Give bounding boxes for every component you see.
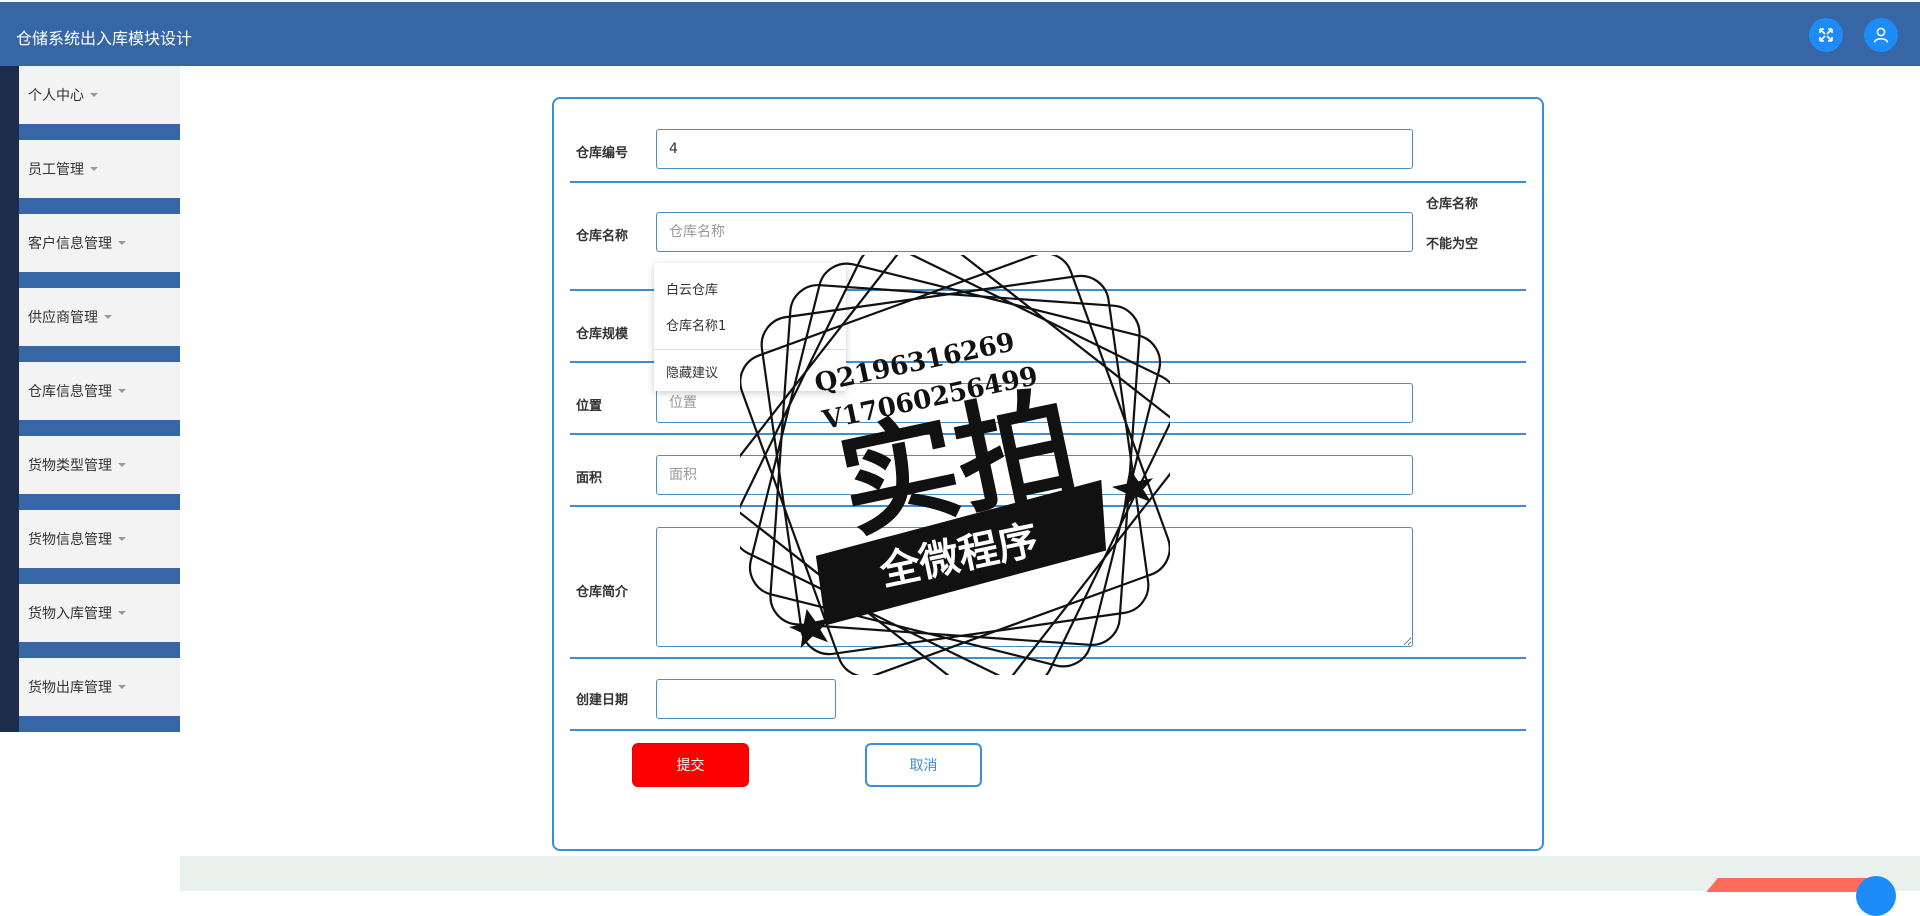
caret-down-icon bbox=[104, 315, 112, 319]
sidebar-item-inbound[interactable]: 货物入库管理 bbox=[0, 584, 180, 658]
corner-decoration bbox=[1706, 878, 1868, 892]
submit-button[interactable]: 提交 bbox=[632, 743, 749, 787]
caret-down-icon bbox=[90, 167, 98, 171]
sidebar-item-goods-types[interactable]: 货物类型管理 bbox=[0, 436, 180, 510]
sidebar-item-label: 货物出库管理 bbox=[28, 680, 112, 696]
footer-band bbox=[180, 856, 1920, 891]
sidebar-item-label: 个人中心 bbox=[28, 88, 84, 104]
warehouse-name-error: 仓库名称不能为空 bbox=[1426, 197, 1479, 252]
user-icon bbox=[1873, 27, 1889, 43]
area-label: 面积 bbox=[576, 471, 603, 486]
floating-action-button[interactable] bbox=[1856, 876, 1896, 916]
intro-label: 仓库简介 bbox=[576, 585, 629, 600]
user-button[interactable] bbox=[1864, 18, 1898, 52]
row-warehouse-no: 仓库编号 bbox=[570, 99, 1526, 183]
sidebar-item-suppliers[interactable]: 供应商管理 bbox=[0, 288, 180, 362]
sidebar-item-label: 员工管理 bbox=[28, 162, 84, 178]
created-date-label: 创建日期 bbox=[576, 693, 629, 708]
sidebar: 个人中心 员工管理 客户信息管理 供应商管理 仓库信息管理 货物类型管理 货物信… bbox=[0, 66, 180, 734]
caret-down-icon bbox=[90, 93, 98, 97]
sidebar-item-customers[interactable]: 客户信息管理 bbox=[0, 214, 180, 288]
location-label: 位置 bbox=[576, 399, 603, 414]
suggestion-item[interactable]: 白云仓库 bbox=[666, 279, 718, 298]
fullscreen-icon bbox=[1819, 28, 1833, 42]
caret-down-icon bbox=[118, 463, 126, 467]
hide-suggestions-button[interactable]: 隐藏建议 bbox=[666, 362, 718, 381]
sidebar-item-label: 仓库信息管理 bbox=[28, 384, 112, 400]
sidebar-item-label: 客户信息管理 bbox=[28, 236, 112, 252]
top-bar: 仓储系统出入库模块设计 bbox=[0, 2, 1920, 66]
watermark-stamp: Q2196316269 V17060256499 实拍 全微程序 bbox=[740, 255, 1170, 675]
caret-down-icon bbox=[118, 685, 126, 689]
sidebar-item-label: 供应商管理 bbox=[28, 310, 98, 326]
caret-down-icon bbox=[118, 389, 126, 393]
caret-down-icon bbox=[118, 611, 126, 615]
sidebar-item-label: 货物入库管理 bbox=[28, 606, 112, 622]
sidebar-item-label: 货物信息管理 bbox=[28, 532, 112, 548]
caret-down-icon bbox=[118, 537, 126, 541]
sidebar-item-outbound[interactable]: 货物出库管理 bbox=[0, 658, 180, 732]
sidebar-item-label: 货物类型管理 bbox=[28, 458, 112, 474]
warehouse-no-label: 仓库编号 bbox=[576, 146, 629, 161]
cancel-button[interactable]: 取消 bbox=[865, 743, 982, 787]
warehouse-scale-label: 仓库规模 bbox=[576, 327, 629, 342]
created-date-input[interactable] bbox=[656, 679, 836, 719]
warehouse-name-input[interactable] bbox=[656, 212, 1413, 252]
warehouse-name-label: 仓库名称 bbox=[576, 229, 629, 244]
warehouse-no-input[interactable] bbox=[656, 129, 1413, 169]
app-title: 仓储系统出入库模块设计 bbox=[16, 29, 193, 48]
sidebar-item-goods[interactable]: 货物信息管理 bbox=[0, 510, 180, 584]
sidebar-item-warehouses[interactable]: 仓库信息管理 bbox=[0, 362, 180, 436]
sidebar-item-staff[interactable]: 员工管理 bbox=[0, 140, 180, 214]
caret-down-icon bbox=[118, 241, 126, 245]
suggestion-item[interactable]: 仓库名称1 bbox=[666, 315, 726, 334]
fullscreen-button[interactable] bbox=[1809, 18, 1843, 52]
sidebar-item-personal-center[interactable]: 个人中心 bbox=[0, 66, 180, 140]
